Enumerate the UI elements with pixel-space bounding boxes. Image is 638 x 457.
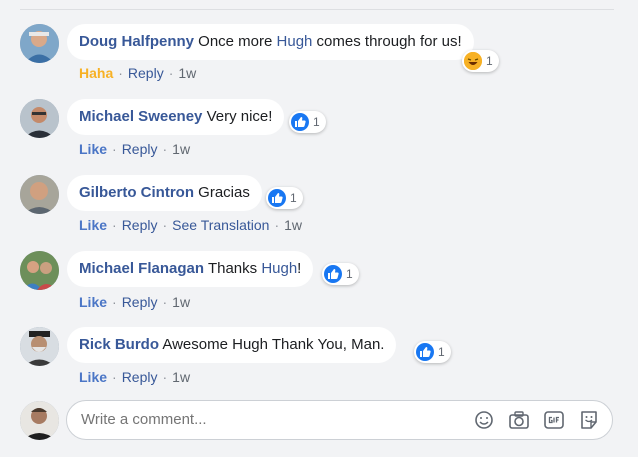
like-button[interactable]: Like (79, 369, 107, 385)
avatar[interactable] (20, 251, 59, 290)
comment-actions: Like · Reply · See Translation · 1w (79, 217, 302, 233)
reaction-count: 1 (313, 115, 320, 129)
reaction-badge[interactable]: 1 (289, 111, 326, 133)
reaction-count: 1 (438, 345, 445, 359)
comment-text: ! (297, 260, 302, 277)
top-divider (20, 9, 614, 10)
comment-actions: Like · Reply · 1w (79, 369, 190, 385)
comment-timestamp[interactable]: 1w (284, 217, 302, 233)
comment-text: Gracias (194, 184, 250, 201)
comment-input[interactable] (81, 401, 461, 439)
reaction-badge[interactable]: 1 (414, 341, 451, 363)
comment-actions: Haha · Reply · 1w (79, 65, 196, 81)
comment-bubble: Rick Burdo Awesome Hugh Thank You, Man. (67, 327, 397, 363)
separator: · (162, 294, 168, 310)
comment-bubble: Michael Sweeney Very nice! (67, 99, 285, 135)
like-icon (268, 189, 286, 207)
mention-link[interactable]: Hugh (277, 33, 313, 50)
comment-actions: Like · Reply · 1w (79, 294, 190, 310)
like-icon (416, 343, 434, 361)
comment-bubble: Doug Halfpenny Once more Hugh comes thro… (67, 24, 474, 60)
comment-author[interactable]: Doug Halfpenny (79, 33, 194, 50)
gif-icon[interactable] (543, 409, 565, 431)
reply-button[interactable]: Reply (122, 294, 158, 310)
reaction-badge[interactable]: 1 (462, 50, 499, 72)
comment-timestamp[interactable]: 1w (172, 369, 190, 385)
reaction-count: 1 (290, 191, 297, 205)
comment-actions: Like · Reply · 1w (79, 141, 190, 157)
haha-button[interactable]: Haha (79, 65, 113, 81)
reply-button[interactable]: Reply (128, 65, 164, 81)
reaction-badge[interactable]: 1 (322, 263, 359, 285)
camera-icon[interactable] (508, 409, 530, 431)
reaction-count: 1 (346, 267, 353, 281)
separator: · (168, 65, 174, 81)
reaction-badge[interactable]: 1 (266, 187, 303, 209)
separator: · (112, 294, 117, 310)
reply-button[interactable]: Reply (122, 369, 158, 385)
separator: · (112, 369, 117, 385)
like-button[interactable]: Like (79, 294, 107, 310)
comment-text: Awesome Hugh Thank You, Man. (159, 336, 385, 353)
comment-timestamp[interactable]: 1w (172, 294, 190, 310)
avatar[interactable] (20, 24, 59, 63)
separator: · (162, 369, 168, 385)
comment-bubble: Michael Flanagan Thanks Hugh! (67, 251, 314, 287)
comment-timestamp[interactable]: 1w (172, 141, 190, 157)
reply-button[interactable]: Reply (122, 141, 158, 157)
like-icon (324, 265, 342, 283)
avatar[interactable] (20, 99, 59, 138)
reaction-count: 1 (486, 54, 493, 68)
comment-text: comes through for us! (312, 33, 462, 50)
comment-composer[interactable] (66, 400, 613, 440)
separator: · (274, 217, 280, 233)
emoji-icon[interactable] (473, 409, 495, 431)
avatar[interactable] (20, 175, 59, 214)
sticker-icon[interactable] (578, 409, 600, 431)
like-button[interactable]: Like (79, 217, 107, 233)
comment-text: Very nice! (202, 108, 273, 125)
separator: · (118, 65, 123, 81)
avatar[interactable] (20, 327, 59, 366)
comment-author[interactable]: Michael Sweeney (79, 108, 202, 125)
mention-link[interactable]: Hugh (261, 260, 297, 277)
composer-icons (473, 409, 600, 431)
see-translation-link[interactable]: See Translation (172, 217, 269, 233)
comment-timestamp[interactable]: 1w (178, 65, 196, 81)
comment-author[interactable]: Michael Flanagan (79, 260, 204, 277)
separator: · (162, 141, 168, 157)
separator: · (112, 217, 117, 233)
haha-icon (464, 52, 482, 70)
comment-author[interactable]: Gilberto Cintron (79, 184, 194, 201)
separator: · (162, 217, 168, 233)
separator: · (112, 141, 117, 157)
like-button[interactable]: Like (79, 141, 107, 157)
comment-text: Thanks (204, 260, 262, 277)
like-icon (291, 113, 309, 131)
current-user-avatar[interactable] (20, 401, 59, 440)
comment-author[interactable]: Rick Burdo (79, 336, 159, 353)
comment-text: Once more (194, 33, 277, 50)
reply-button[interactable]: Reply (122, 217, 158, 233)
comment-bubble: Gilberto Cintron Gracias (67, 175, 262, 211)
